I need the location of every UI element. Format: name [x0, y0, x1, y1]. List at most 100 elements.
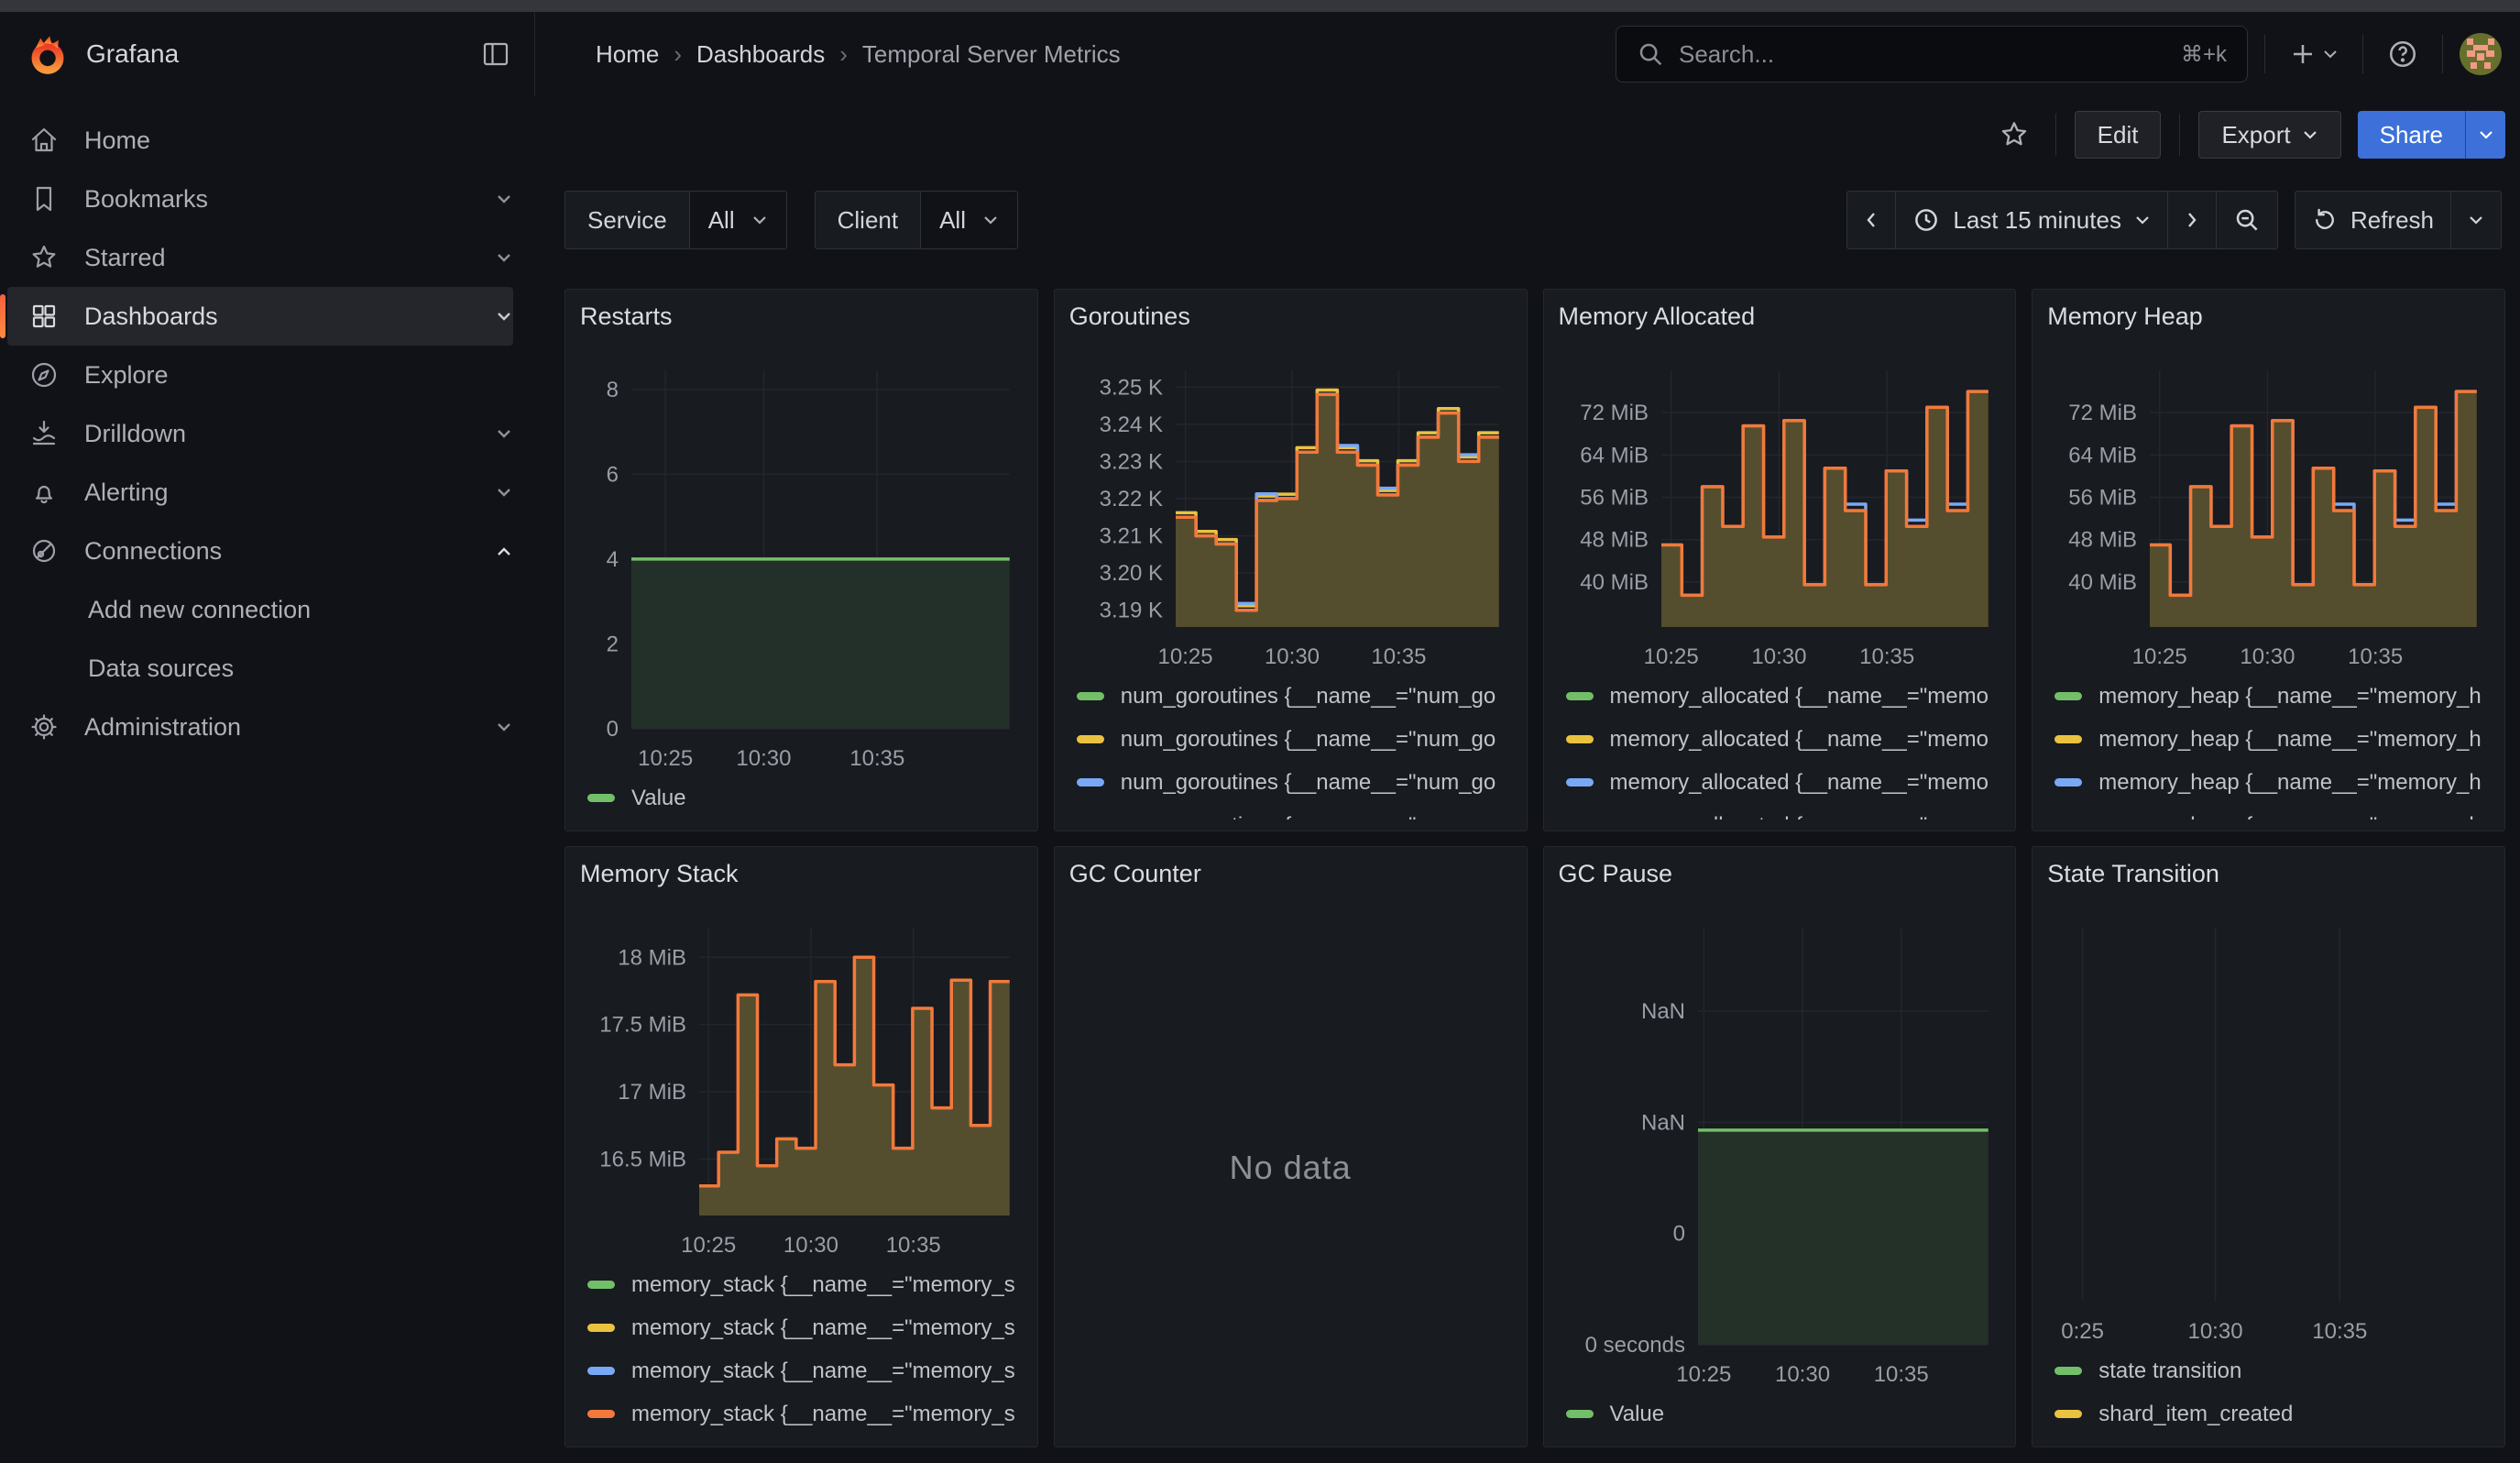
sidebar-item-connections[interactable]: Connections	[7, 522, 513, 580]
sidebar-collapse-icon[interactable]	[479, 38, 512, 71]
legend-item[interactable]: Value	[1566, 1392, 2001, 1436]
chevron-down-icon[interactable]	[495, 193, 513, 205]
client-var-label[interactable]: Client	[816, 192, 920, 248]
time-series-chart[interactable]: 0246810:2510:3010:35	[580, 343, 1023, 776]
legend-item[interactable]: memory_heap {__name__="memory_h	[2054, 675, 2490, 718]
divider	[2055, 114, 2056, 156]
zoom-out-icon[interactable]	[2216, 191, 2278, 249]
panel-title[interactable]: GC Pause	[1559, 860, 2001, 900]
legend-item[interactable]: shard_item_created	[2054, 1392, 2490, 1436]
time-series-chart[interactable]: 0:2510:3010:35	[2047, 900, 2490, 1349]
sidebar-item-administration[interactable]: Administration	[7, 698, 513, 756]
chevron-down-icon[interactable]	[495, 428, 513, 440]
legend-item[interactable]: num_goroutines {__name__="num_go	[1077, 675, 1512, 718]
top-nav: Grafana Home › Dashboards › Temporal Ser…	[0, 12, 2520, 96]
legend-item[interactable]: memory_allocated {__name__="memo	[1566, 804, 2001, 820]
sidebar-item-bookmarks[interactable]: Bookmarks	[7, 170, 513, 228]
legend-swatch-icon	[1077, 778, 1104, 786]
legend-label: num_goroutines {__name__="num_go	[1121, 684, 1496, 710]
legend-item[interactable]: memory_stack {__name__="memory_s	[587, 1306, 1023, 1349]
legend-item[interactable]: memory_allocated {__name__="memo	[1566, 675, 2001, 718]
panel-title[interactable]: State Transition	[2047, 860, 2490, 900]
legend-swatch-icon	[2054, 735, 2082, 743]
refresh-interval-caret[interactable]	[2450, 191, 2502, 249]
time-series-chart[interactable]: 40 MiB48 MiB56 MiB64 MiB72 MiB10:2510:30…	[1559, 343, 2001, 675]
time-series-chart[interactable]: 40 MiB48 MiB56 MiB64 MiB72 MiB10:2510:30…	[2047, 343, 2490, 675]
refresh-icon	[2312, 207, 2338, 233]
svg-text:NaN: NaN	[1640, 999, 1684, 1024]
time-series-chart[interactable]: 3.19 K3.20 K3.21 K3.22 K3.23 K3.24 K3.25…	[1069, 343, 1512, 675]
legend-item[interactable]: memory_allocated {__name__="memo	[1566, 718, 2001, 761]
chevron-down-icon[interactable]	[495, 487, 513, 499]
legend-item[interactable]: memory_stack {__name__="memory_s	[587, 1392, 1023, 1436]
panel-title[interactable]: Memory Allocated	[1559, 302, 2001, 343]
chevron-down-icon	[982, 214, 999, 226]
legend-label: Value	[631, 786, 686, 811]
share-button[interactable]: Share	[2358, 111, 2465, 159]
breadcrumb-dashboards[interactable]: Dashboards	[696, 40, 825, 69]
sidebar-item-explore[interactable]: Explore	[7, 346, 513, 404]
sidebar-item-starred[interactable]: Starred	[7, 228, 513, 287]
legend-item[interactable]: memory_stack {__name__="memory_s	[587, 1349, 1023, 1392]
time-range-picker[interactable]: Last 15 minutes	[1895, 191, 2168, 249]
time-series-chart[interactable]: 16.5 MiB17 MiB17.5 MiB18 MiB10:2510:3010…	[580, 900, 1023, 1263]
legend-item[interactable]: Value	[587, 776, 1023, 820]
search-input[interactable]: Search... ⌘+k	[1616, 26, 2248, 82]
panel-title[interactable]: Memory Stack	[580, 860, 1023, 900]
sidebar-item-dashboards[interactable]: Dashboards	[7, 287, 513, 346]
panel-title[interactable]: GC Counter	[1069, 860, 1512, 900]
legend-item[interactable]: state transition	[2054, 1349, 2490, 1392]
chevron-down-icon[interactable]	[495, 311, 513, 323]
export-button[interactable]: Export	[2198, 111, 2340, 159]
legend-item[interactable]: memory_heap {__name__="memory_h	[2054, 761, 2490, 804]
grafana-logo-icon[interactable]	[27, 32, 68, 76]
legend-label: memory_allocated {__name__="memo	[1610, 684, 1989, 710]
help-icon[interactable]	[2380, 31, 2426, 77]
chevron-down-icon	[2322, 49, 2339, 60]
legend-item[interactable]: num_goroutines {__name__="num_go	[1077, 718, 1512, 761]
legend-label: memory_stack {__name__="memory_s	[631, 1272, 1015, 1298]
legend-item[interactable]: memory_heap {__name__="memory_h	[2054, 718, 2490, 761]
sidebar-item-drilldown[interactable]: Drilldown	[7, 404, 513, 463]
breadcrumb-home[interactable]: Home	[596, 40, 659, 69]
time-forward-button[interactable]	[2167, 191, 2217, 249]
legend-item[interactable]: num_goroutines {__name__="num_go	[1077, 804, 1512, 820]
breadcrumb: Home › Dashboards › Temporal Server Metr…	[535, 40, 1616, 69]
panel-title[interactable]: Restarts	[580, 302, 1023, 343]
share-caret-button[interactable]	[2465, 111, 2505, 159]
refresh-button[interactable]: Refresh	[2295, 191, 2451, 249]
panel-gc-pause: GC Pause0 seconds0NaNNaN10:2510:3010:35V…	[1543, 846, 2017, 1447]
svg-text:10:35: 10:35	[849, 746, 904, 771]
favorite-star-icon[interactable]	[1991, 112, 2037, 158]
add-button[interactable]	[2282, 33, 2346, 75]
chevron-down-icon[interactable]	[495, 252, 513, 264]
user-avatar[interactable]	[2460, 33, 2502, 75]
chevron-up-icon[interactable]	[495, 545, 513, 557]
time-series-chart[interactable]: 0 seconds0NaNNaN10:2510:3010:35	[1559, 900, 2001, 1392]
panel-title[interactable]: Memory Heap	[2047, 302, 2490, 343]
sidebar-item-alerting[interactable]: Alerting	[7, 463, 513, 522]
sidebar-item-data-sources[interactable]: Data sources	[7, 639, 513, 698]
panel-title[interactable]: Goroutines	[1069, 302, 1512, 343]
legend-item[interactable]: num_goroutines {__name__="num_go	[1077, 761, 1512, 804]
svg-text:10:30: 10:30	[736, 746, 791, 771]
sidebar-item-add-new-connection[interactable]: Add new connection	[7, 580, 513, 639]
panel-restarts: Restarts0246810:2510:3010:35Value	[564, 289, 1038, 831]
legend-item[interactable]: memory_allocated {__name__="memo	[1566, 761, 2001, 804]
legend-item[interactable]: memory_heap {__name__="memory_h	[2054, 804, 2490, 820]
svg-text:3.19 K: 3.19 K	[1099, 599, 1162, 623]
nav-actions	[2248, 31, 2520, 77]
service-var-label[interactable]: Service	[565, 192, 689, 248]
star-icon	[27, 241, 60, 274]
svg-text:10:35: 10:35	[886, 1233, 941, 1258]
legend-label: memory_stack {__name__="memory_s	[631, 1402, 1015, 1427]
edit-button[interactable]: Edit	[2075, 111, 2162, 159]
variable-client: Client All	[815, 191, 1018, 249]
client-var-value[interactable]: All	[920, 192, 1017, 248]
legend-item[interactable]: memory_stack {__name__="memory_s	[587, 1263, 1023, 1306]
time-back-button[interactable]	[1846, 191, 1896, 249]
service-var-value[interactable]: All	[689, 192, 786, 248]
chevron-down-icon[interactable]	[495, 721, 513, 733]
svg-text:0:25: 0:25	[2062, 1319, 2105, 1344]
sidebar-item-home[interactable]: Home	[7, 111, 513, 170]
